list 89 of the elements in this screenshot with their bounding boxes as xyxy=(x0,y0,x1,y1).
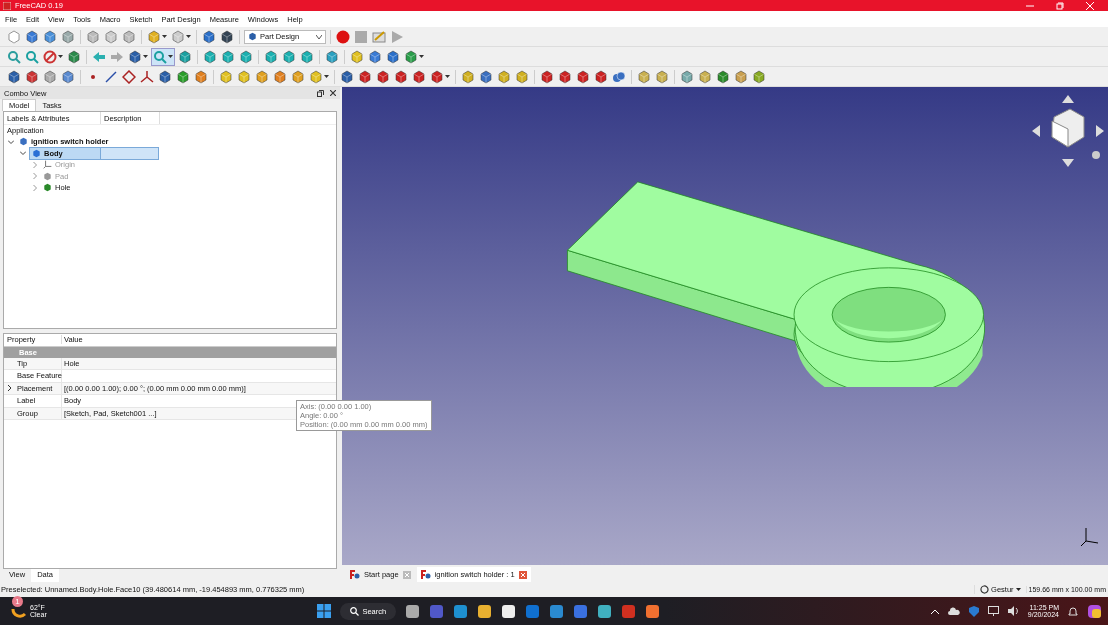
chevron-down-icon[interactable] xyxy=(8,138,14,145)
windows-start-icon[interactable] xyxy=(317,604,332,618)
cube-icon[interactable] xyxy=(461,69,475,84)
document-logo-icon xyxy=(350,570,360,579)
chevron-up-icon[interactable] xyxy=(930,608,939,614)
macro-edit-icon[interactable] xyxy=(372,29,386,44)
cube-icon[interactable] xyxy=(300,49,314,64)
close-icon[interactable] xyxy=(330,90,336,96)
network-icon[interactable] xyxy=(987,606,999,616)
taskbar-app-icon[interactable] xyxy=(405,603,421,619)
document-icon[interactable] xyxy=(7,29,21,44)
cube-icon[interactable] xyxy=(558,69,572,84)
cube-icon[interactable] xyxy=(376,69,390,84)
cube-icon[interactable] xyxy=(239,49,253,64)
copilot-icon[interactable] xyxy=(1087,603,1102,619)
cube-icon[interactable] xyxy=(430,69,444,84)
dropdown-caret-icon[interactable] xyxy=(168,55,173,58)
cube-icon[interactable] xyxy=(752,69,766,84)
axes-icon xyxy=(43,160,52,170)
cube-icon[interactable] xyxy=(515,69,529,84)
undock-icon[interactable] xyxy=(317,89,324,97)
cube-icon[interactable] xyxy=(219,69,233,84)
cube-icon[interactable] xyxy=(680,69,694,84)
sphere-icon[interactable] xyxy=(612,69,626,84)
cube-icon[interactable] xyxy=(340,69,354,84)
navigation-cube-icon[interactable] xyxy=(1030,93,1106,169)
cube-icon[interactable] xyxy=(637,69,651,84)
dropdown-caret-icon[interactable] xyxy=(324,75,329,78)
cube-icon[interactable] xyxy=(350,49,364,64)
diamond-icon[interactable] xyxy=(122,69,136,84)
restore-icon[interactable] xyxy=(1056,1,1064,10)
cube-icon[interactable] xyxy=(594,69,608,84)
fit-all-icon[interactable] xyxy=(7,49,21,64)
cube-icon[interactable] xyxy=(273,69,287,84)
dropdown-caret-icon xyxy=(1015,588,1021,591)
cube-icon[interactable] xyxy=(67,49,81,64)
line-icon[interactable] xyxy=(104,69,118,84)
taskbar-app-icon[interactable] xyxy=(477,603,493,619)
speaker-icon[interactable] xyxy=(1007,606,1019,616)
cube-icon xyxy=(248,32,257,41)
cube-icon[interactable] xyxy=(255,69,269,84)
cube-icon[interactable] xyxy=(655,69,669,84)
dropdown-caret-icon[interactable] xyxy=(58,55,63,58)
cube-icon[interactable] xyxy=(221,49,235,64)
shield-icon[interactable] xyxy=(968,605,979,617)
taskbar-app-icon[interactable] xyxy=(597,603,613,619)
cube-icon[interactable] xyxy=(412,69,426,84)
chevron-right-icon[interactable] xyxy=(6,385,12,392)
cube-icon[interactable] xyxy=(291,69,305,84)
cube-icon[interactable] xyxy=(734,69,748,84)
cube-icon[interactable] xyxy=(203,49,217,64)
cube-icon[interactable] xyxy=(540,69,554,84)
dropdown-caret-icon[interactable] xyxy=(186,35,191,38)
cube-icon[interactable] xyxy=(716,69,730,84)
cube-icon[interactable] xyxy=(158,69,172,84)
zoom-icon[interactable] xyxy=(25,49,39,64)
dropdown-caret-icon[interactable] xyxy=(445,75,450,78)
cube-icon[interactable] xyxy=(698,69,712,84)
cube-icon[interactable] xyxy=(479,69,493,84)
taskbar-app-icon[interactable] xyxy=(501,603,517,619)
dropdown-caret-icon[interactable] xyxy=(419,55,424,58)
cube-icon[interactable] xyxy=(576,69,590,84)
cube-icon[interactable] xyxy=(61,69,75,84)
cube-icon[interactable] xyxy=(264,49,278,64)
chevron-down-icon[interactable] xyxy=(20,150,26,157)
cube-icon[interactable] xyxy=(176,69,190,84)
cube-icon[interactable] xyxy=(237,69,251,84)
description-cell xyxy=(100,146,159,160)
rotate-icon xyxy=(980,585,990,594)
dropdown-caret-icon xyxy=(316,34,322,39)
search-icon xyxy=(350,606,360,616)
cube-icon[interactable] xyxy=(178,49,192,64)
cube-icon[interactable] xyxy=(394,69,408,84)
cube-icon[interactable] xyxy=(497,69,511,84)
bell-icon[interactable] xyxy=(1068,605,1078,617)
cube-icon[interactable] xyxy=(7,69,21,84)
notification-badge: 1 xyxy=(12,596,23,607)
cube-icon[interactable] xyxy=(358,69,372,84)
dropdown-caret-icon[interactable] xyxy=(143,55,148,58)
record-icon[interactable] xyxy=(336,29,350,44)
document-logo-icon xyxy=(420,570,431,579)
no-entry-icon[interactable] xyxy=(43,49,57,64)
cube-icon[interactable] xyxy=(128,49,142,64)
cloud-icon[interactable] xyxy=(947,607,960,615)
arrow-left-icon[interactable] xyxy=(92,49,106,64)
axes-icon[interactable] xyxy=(140,69,154,84)
axis-indicator-icon xyxy=(1080,525,1100,547)
cube-icon[interactable] xyxy=(282,49,296,64)
dropdown-caret-icon[interactable] xyxy=(162,35,167,38)
